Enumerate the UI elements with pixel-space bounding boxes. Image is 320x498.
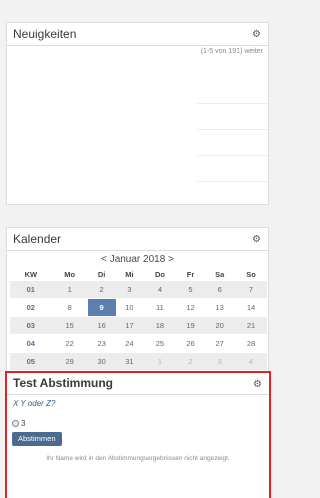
gear-icon[interactable]: ⚙ xyxy=(252,229,261,251)
week-number: 01 xyxy=(10,281,52,299)
calendar-day[interactable]: 28 xyxy=(234,335,267,353)
weekday-header: Do xyxy=(154,269,165,279)
news-more-link[interactable]: weiter xyxy=(244,48,263,55)
weekday-header: Sa xyxy=(215,269,225,279)
week-number: 02 xyxy=(10,299,52,317)
news-title: Neuigkeiten xyxy=(13,27,77,41)
calendar-weekday-row: KW Mo Di Mi Do Fr Sa So xyxy=(10,267,267,281)
weekday-header: Di xyxy=(97,269,106,279)
calendar-day-other-month[interactable]: 2 xyxy=(176,353,205,371)
calendar-header: Kalender ⚙ xyxy=(7,228,268,251)
calendar-day[interactable]: 30 xyxy=(87,353,116,371)
calendar-day[interactable]: 18 xyxy=(143,317,177,335)
calendar-week-row: 03 15 16 17 18 19 20 21 xyxy=(10,317,267,335)
calendar-day[interactable]: 31 xyxy=(115,353,144,371)
calendar-day[interactable]: 29 xyxy=(51,353,88,371)
calendar-title: Kalender xyxy=(13,232,62,246)
calendar-day[interactable]: 19 xyxy=(176,317,205,335)
calendar-day[interactable]: 6 xyxy=(204,281,235,299)
poll-title: Test Abstimmung xyxy=(13,376,114,390)
poll-option[interactable]: 3 xyxy=(7,408,269,428)
calendar-day[interactable]: 12 xyxy=(176,299,205,317)
news-count: (1-5 von 191) xyxy=(200,48,243,55)
weekday-header: Mo xyxy=(64,269,76,279)
gear-icon[interactable]: ⚙ xyxy=(253,374,262,395)
vote-button[interactable]: Abstimmen xyxy=(12,432,62,446)
calendar-day[interactable]: 5 xyxy=(176,281,205,299)
calendar-day[interactable]: 25 xyxy=(143,335,177,353)
week-number: 04 xyxy=(10,335,52,353)
calendar-day[interactable]: 14 xyxy=(234,299,267,317)
calendar-day[interactable]: 27 xyxy=(204,335,235,353)
news-divider xyxy=(197,181,268,182)
calendar-day[interactable]: 26 xyxy=(176,335,205,353)
calendar-grid: KW Mo Di Mi Do Fr Sa So 01 1 2 3 4 5 6 7 xyxy=(10,267,267,371)
news-header: Neuigkeiten ⚙ xyxy=(7,23,268,46)
news-divider xyxy=(197,103,268,104)
news-divider xyxy=(197,155,268,156)
weekday-header: Mi xyxy=(125,269,134,279)
prev-month-button[interactable]: < xyxy=(101,254,107,265)
calendar-day[interactable]: 4 xyxy=(143,281,177,299)
poll-header: Test Abstimmung ⚙ xyxy=(7,373,269,395)
calendar-week-row: 02 8 9 10 11 12 13 14 xyxy=(10,299,267,317)
calendar-day[interactable]: 21 xyxy=(234,317,267,335)
calendar-week-row: 05 29 30 31 1 2 3 4 xyxy=(10,353,267,371)
calendar-day[interactable]: 8 xyxy=(51,299,88,317)
calendar-day[interactable]: 1 xyxy=(51,281,88,299)
calendar-day-other-month[interactable]: 3 xyxy=(204,353,235,371)
calendar-month-nav: < Januar 2018 > xyxy=(7,252,268,267)
calendar-day[interactable]: 23 xyxy=(87,335,116,353)
calendar-week-row: 04 22 23 24 25 26 27 28 xyxy=(10,335,267,353)
calendar-day-other-month[interactable]: 1 xyxy=(143,353,177,371)
calendar-week-row: 01 1 2 3 4 5 6 7 xyxy=(10,281,267,299)
news-pagination: (1-5 von 191) weiter xyxy=(7,46,268,55)
calendar-day[interactable]: 7 xyxy=(234,281,267,299)
calendar-day[interactable]: 13 xyxy=(204,299,235,317)
next-month-button[interactable]: > xyxy=(168,254,174,265)
calendar-day[interactable]: 11 xyxy=(143,299,177,317)
news-divider xyxy=(197,129,268,130)
calendar-day[interactable]: 3 xyxy=(115,281,144,299)
calendar-day[interactable]: 15 xyxy=(51,317,88,335)
calendar-day[interactable]: 17 xyxy=(115,317,144,335)
calendar-day[interactable]: 10 xyxy=(115,299,144,317)
calendar-day-today[interactable]: 9 xyxy=(87,299,116,317)
poll-option-label: 3 xyxy=(21,419,26,428)
poll-privacy-note: Ihr Name wird in den Abstimmungsergebnis… xyxy=(46,455,230,462)
calendar-day-other-month[interactable]: 4 xyxy=(234,353,267,371)
calendar-day[interactable]: 24 xyxy=(115,335,144,353)
calendar-day[interactable]: 2 xyxy=(87,281,116,299)
calendar-day[interactable]: 22 xyxy=(51,335,88,353)
weekday-header: Fr xyxy=(186,269,195,279)
weekday-header: KW xyxy=(24,269,38,279)
calendar-day[interactable]: 20 xyxy=(204,317,235,335)
calendar-panel: Kalender ⚙ < Januar 2018 > KW Mo Di Mi D… xyxy=(6,227,269,379)
month-label: Januar 2018 xyxy=(109,254,166,265)
news-panel: Neuigkeiten ⚙ (1-5 von 191) weiter xyxy=(6,22,269,205)
poll-panel: Test Abstimmung ⚙ X Y oder Z? 3 Abstimme… xyxy=(5,371,271,498)
gear-icon[interactable]: ⚙ xyxy=(252,24,261,46)
week-number: 05 xyxy=(10,353,52,371)
calendar-day[interactable]: 16 xyxy=(87,317,116,335)
poll-question: X Y oder Z? xyxy=(13,399,56,408)
week-number: 03 xyxy=(10,317,52,335)
weekday-header: So xyxy=(246,269,256,279)
radio-button[interactable] xyxy=(12,420,19,427)
